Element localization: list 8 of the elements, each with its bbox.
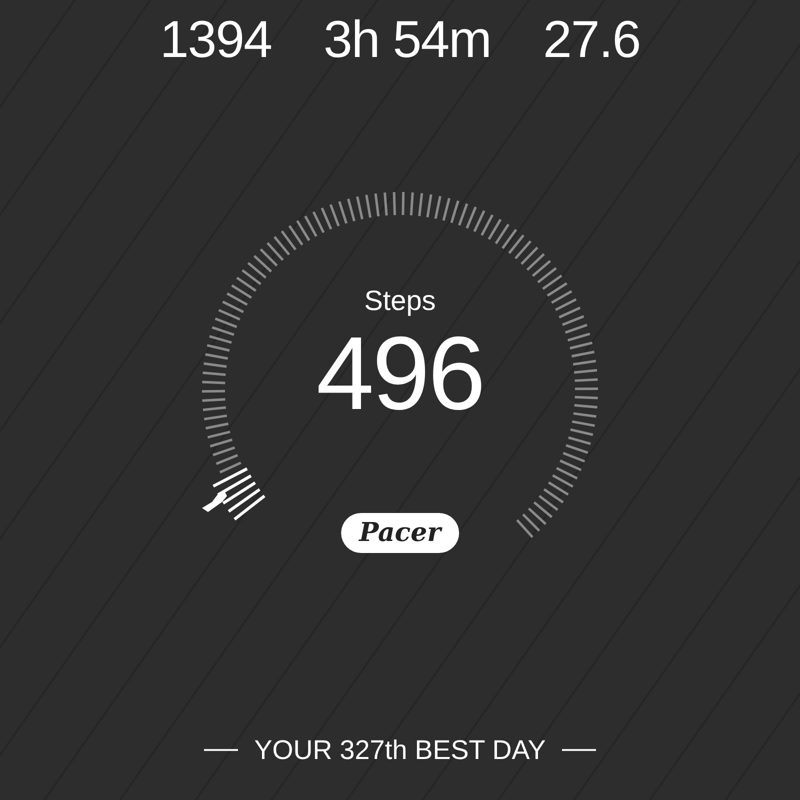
best-day-text: YOUR 327th BEST DAY <box>254 734 546 767</box>
stat-value: 1394 <box>160 12 272 71</box>
stat-value: 3h 54m <box>324 12 491 71</box>
stat-value: 27.6 <box>542 12 640 71</box>
steps-count: 496 <box>316 322 484 426</box>
steps-label: Steps <box>364 284 436 318</box>
gauge-fill <box>212 467 266 520</box>
app-logo: Pacer <box>341 513 459 553</box>
